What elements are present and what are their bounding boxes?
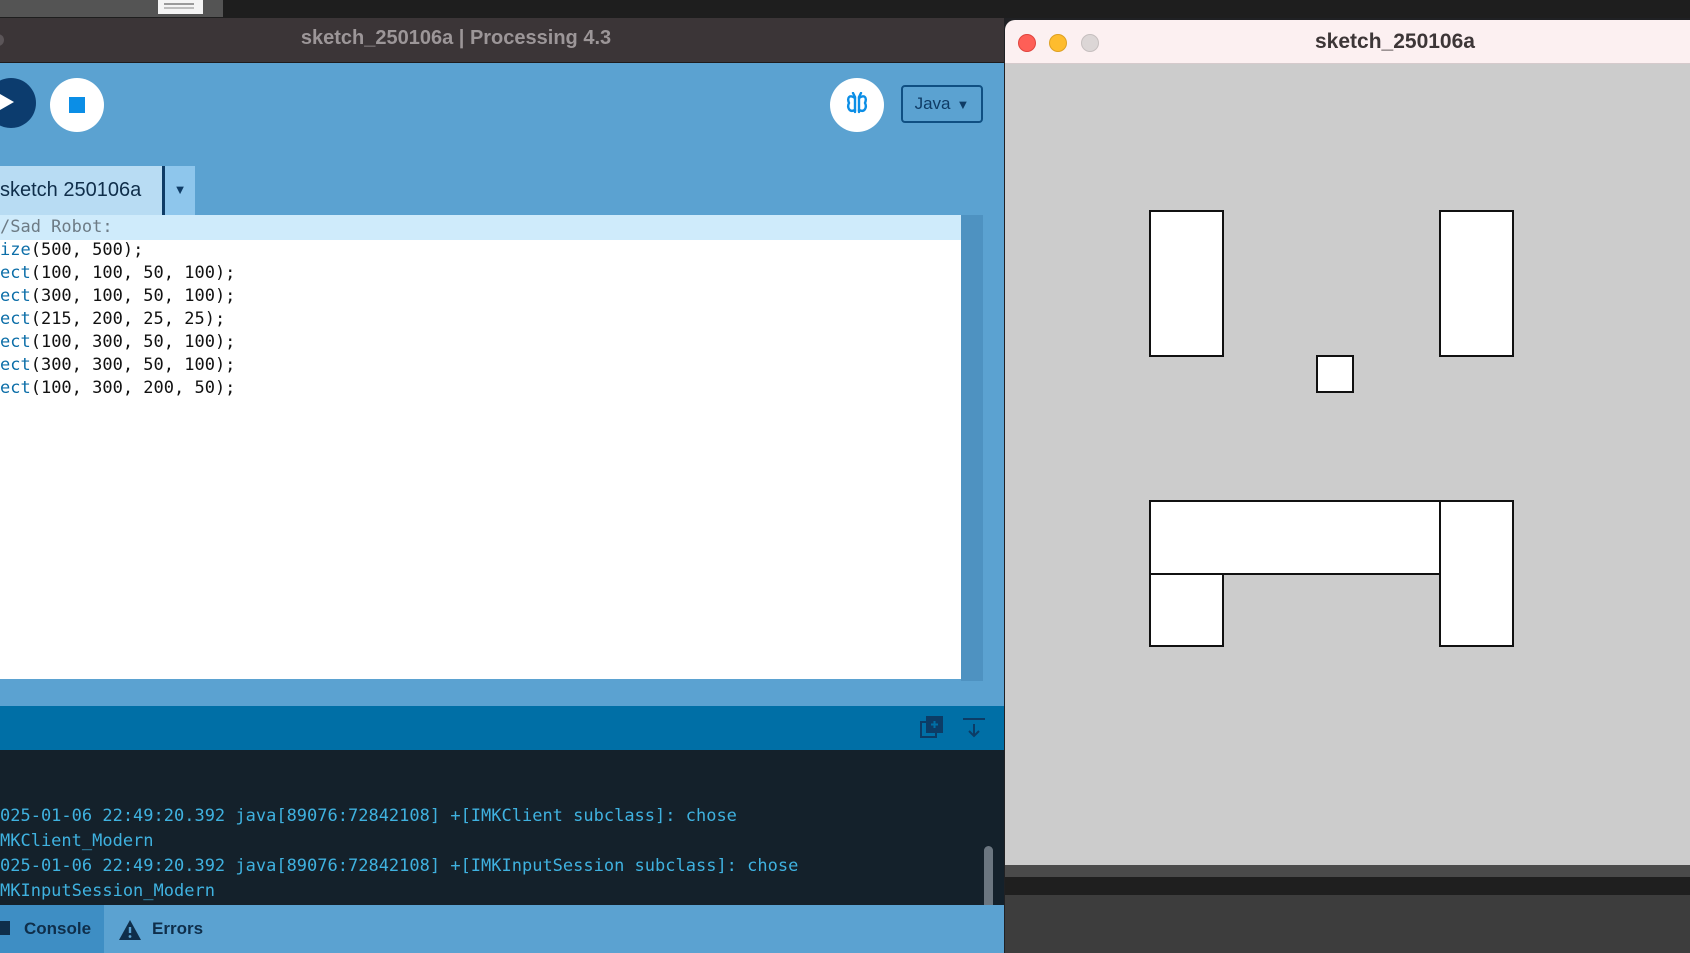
code-function: ect <box>0 263 31 283</box>
console-output[interactable]: 025-01-06 22:49:20.392 java[89076:728421… <box>0 750 1004 924</box>
ide-titlebar[interactable]: sketch_250106a | Processing 4.3 <box>0 18 1004 63</box>
sketch-rect-1 <box>1149 210 1224 357</box>
code-comment: /Sad Robot: <box>0 217 113 237</box>
code-line[interactable]: ect(100, 300, 50, 100); <box>0 330 235 355</box>
code-arguments: (215, 200, 25, 25); <box>30 309 226 329</box>
sketch-rect-3 <box>1316 355 1354 393</box>
debugger-butterfly-icon <box>847 92 867 114</box>
copy-console-icon[interactable] <box>919 715 945 741</box>
tab-errors-label: Errors <box>152 919 204 938</box>
chevron-down-icon: ▼ <box>173 182 187 197</box>
tab-console-label: Console <box>24 919 92 938</box>
code-function: ize <box>0 240 31 260</box>
code-editor[interactable]: /Sad Robot: ize(500, 500); ect(100, 100,… <box>0 215 961 679</box>
code-arguments: (300, 100, 50, 100); <box>30 286 236 306</box>
footer-tab-bar: Console Errors <box>0 905 1004 953</box>
code-arguments: (100, 300, 200, 50); <box>30 378 236 398</box>
ide-toolbar: Java ▼ <box>0 63 1004 166</box>
editor-scrollbar[interactable] <box>961 215 983 681</box>
code-arguments: (100, 100, 50, 100); <box>30 263 236 283</box>
console-line: 025-01-06 22:49:20.392 java[89076:728421… <box>0 856 799 876</box>
console-line: MKClient_Modern <box>0 831 154 851</box>
play-icon <box>0 94 14 110</box>
chevron-down-icon: ▼ <box>956 97 970 112</box>
run-button[interactable] <box>0 78 36 128</box>
code-function: ect <box>0 332 31 352</box>
stop-icon <box>69 97 85 113</box>
mode-label: Java <box>914 94 951 113</box>
code-function: ect <box>0 286 31 306</box>
background-window <box>1005 895 1690 953</box>
desktop-background <box>0 0 1690 18</box>
tab-sketch-label: sketch 250106a <box>0 179 142 201</box>
console-icon <box>0 921 10 935</box>
code-line[interactable]: ect(300, 100, 50, 100); <box>0 284 235 309</box>
code-line[interactable]: ize(500, 500); <box>0 238 143 263</box>
code-line[interactable]: ect(100, 300, 200, 50); <box>0 376 235 401</box>
code-arguments: (300, 300, 50, 100); <box>30 355 236 375</box>
sketch-rect-5 <box>1439 500 1514 647</box>
code-line[interactable]: ect(100, 100, 50, 100); <box>0 261 235 286</box>
code-line[interactable]: ect(300, 300, 50, 100); <box>0 353 235 378</box>
ide-window-title: sketch_250106a | Processing 4.3 <box>300 27 612 49</box>
tab-menu-button[interactable]: ▼ <box>165 166 195 215</box>
console-line: MKInputSession_Modern <box>0 881 215 901</box>
sketch-tab-row: sketch 250106a ▼ <box>0 166 1004 215</box>
tab-sketch[interactable]: sketch 250106a <box>0 166 162 215</box>
stop-button[interactable] <box>50 78 104 132</box>
sketch-rect-6 <box>1149 500 1441 575</box>
clear-console-icon[interactable] <box>961 715 987 741</box>
console-header-bar <box>0 706 1004 750</box>
sketch-output-window: sketch_250106a <box>1005 20 1690 940</box>
desktop-window-thumbnail[interactable] <box>0 0 223 17</box>
tab-console[interactable]: Console <box>0 905 104 953</box>
code-arguments: (100, 300, 50, 100); <box>30 332 236 352</box>
code-function: ect <box>0 355 31 375</box>
console-line: 025-01-06 22:49:20.392 java[89076:728421… <box>0 806 737 826</box>
window-bottom-edge <box>1005 865 1690 877</box>
code-line[interactable]: /Sad Robot: <box>0 215 961 240</box>
sketch-rect-2 <box>1439 210 1514 357</box>
code-function: ect <box>0 309 31 329</box>
debug-button[interactable] <box>830 78 884 132</box>
warning-icon <box>119 920 141 940</box>
code-arguments: (500, 500); <box>30 240 144 260</box>
code-line[interactable]: ect(215, 200, 25, 25); <box>0 307 225 332</box>
mode-selector[interactable]: Java ▼ <box>901 85 983 123</box>
sketch-window-title: sketch_250106a <box>1315 30 1475 53</box>
code-function: ect <box>0 378 31 398</box>
desktop-background <box>1005 877 1690 895</box>
processing-ide-window: sketch_250106a | Processing 4.3 Java▼ s <box>0 18 1004 953</box>
thumbnail-preview <box>158 0 203 14</box>
sketch-titlebar[interactable]: sketch_250106a <box>1005 20 1690 64</box>
sketch-canvas[interactable] <box>1005 64 1690 865</box>
